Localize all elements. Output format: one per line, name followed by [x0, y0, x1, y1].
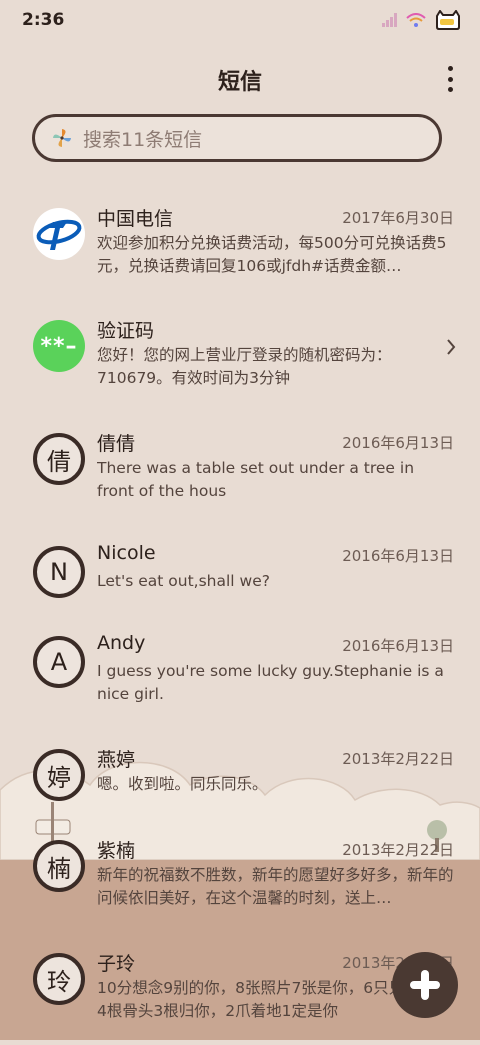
- conversation-preview: There was a table set out under a tree i…: [97, 459, 415, 500]
- pinwheel-search-icon: [53, 129, 71, 147]
- new-message-button[interactable]: [392, 952, 458, 1018]
- more-dot-icon: [447, 76, 453, 82]
- conversation-date: 2016年6月13日: [342, 637, 454, 655]
- plus-icon: [410, 970, 440, 1000]
- conversation-item-verification-code[interactable]: **– 验证码 您好！您的网上营业厅登录的随机密码为：710679。有效时间为3…: [0, 302, 480, 412]
- conversation-name: 子玲: [97, 953, 136, 975]
- conversation-preview: 欢迎参加积分兑换话费活动，每500分可兑换话费5元，兑换话费请回复106或jfd…: [97, 234, 447, 275]
- conversation-name: 紫楠: [97, 840, 136, 862]
- conversation-preview: 您好！您的网上营业厅登录的随机密码为：710679。有效时间为3分钟: [97, 346, 392, 387]
- status-bar: 2:36: [0, 0, 480, 44]
- chevron-right-icon[interactable]: [446, 338, 456, 356]
- contact-avatar: A: [33, 636, 85, 688]
- more-dot-icon: [447, 87, 453, 92]
- contact-avatar: 玲: [33, 953, 85, 1005]
- signal-icon: [382, 13, 397, 27]
- contact-avatar: 婷: [33, 749, 85, 801]
- china-telecom-logo-icon: [33, 208, 85, 260]
- conversation-name: 验证码: [97, 320, 155, 342]
- conversation-item-andy[interactable]: A Andy 2016年6月13日 I guess you're some lu…: [0, 618, 480, 728]
- battery-cat-icon: [436, 10, 460, 30]
- conversation-item-china-telecom[interactable]: 中国电信 2017年6月30日 欢迎参加积分兑换话费活动，每500分可兑换话费5…: [0, 190, 480, 300]
- contact-avatar: 倩: [33, 433, 85, 485]
- status-time: 2:36: [22, 10, 65, 30]
- conversation-date: 2013年2月22日: [342, 841, 454, 859]
- verification-code-avatar: **–: [33, 320, 85, 372]
- more-dot-icon: [447, 66, 453, 71]
- conversation-preview: I guess you're some lucky guy.Stephanie …: [97, 662, 444, 703]
- conversation-date: 2016年6月13日: [342, 547, 454, 565]
- conversation-name: 中国电信: [97, 208, 174, 230]
- conversation-date: 2016年6月13日: [342, 434, 454, 452]
- conversation-preview: 嗯。收到啦。同乐同乐。: [97, 775, 268, 793]
- search-input[interactable]: 搜索11条短信: [32, 114, 442, 162]
- conversation-item-qianqian[interactable]: 倩 倩倩 2016年6月13日 There was a table set ou…: [0, 415, 480, 525]
- contact-avatar: 楠: [33, 840, 85, 892]
- wifi-icon: [406, 13, 426, 27]
- search-placeholder: 搜索11条短信: [83, 128, 203, 151]
- contact-avatar: N: [33, 546, 85, 598]
- conversation-date: 2017年6月30日: [342, 209, 454, 227]
- conversation-name: Andy: [97, 632, 146, 654]
- conversation-name: 燕婷: [97, 749, 136, 771]
- conversation-preview: Let's eat out,shall we?: [97, 572, 270, 590]
- conversation-item-zinan[interactable]: 楠 紫楠 2013年2月22日 新年的祝福数不胜数，新年的愿望好多好多，新年的问…: [0, 822, 480, 932]
- more-options-button[interactable]: [442, 66, 458, 92]
- status-icons: [382, 10, 462, 30]
- conversation-name: 倩倩: [97, 433, 136, 455]
- conversation-name: Nicole: [97, 542, 156, 564]
- conversation-date: 2013年2月22日: [342, 750, 454, 768]
- page-title: 短信: [217, 70, 262, 95]
- conversation-preview: 新年的祝福数不胜数，新年的愿望好多好多，新年的问候依旧美好，在这个温馨的时刻，送…: [97, 866, 454, 907]
- app-header: 短信: [0, 56, 480, 104]
